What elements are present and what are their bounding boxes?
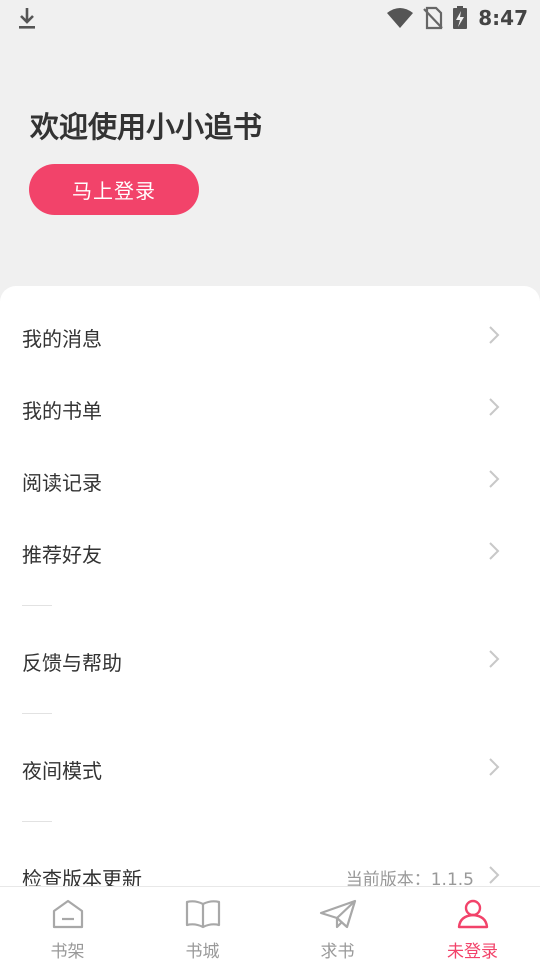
menu-item-booklist[interactable]: 我的书单 xyxy=(0,373,540,445)
chevron-right-icon xyxy=(488,397,500,421)
tab-request-book[interactable]: 求书 xyxy=(270,887,405,960)
menu-item-messages[interactable]: 我的消息 xyxy=(0,301,540,373)
menu-item-night-mode[interactable]: 夜间模式 xyxy=(0,733,540,805)
menu-item-reading-history[interactable]: 阅读记录 xyxy=(0,445,540,517)
menu-panel: 我的消息 我的书单 阅读记录 推荐好友 反馈与帮助 夜间模式 检查版本更新 当前… xyxy=(0,286,540,886)
download-icon xyxy=(16,6,38,30)
wifi-icon xyxy=(386,7,414,29)
tab-label: 书架 xyxy=(50,942,85,960)
welcome-title: 欢迎使用小小追书 xyxy=(30,110,263,144)
tab-bookstore[interactable]: 书城 xyxy=(135,887,270,960)
home-icon xyxy=(51,899,85,933)
bottom-tab-bar: 书架 书城 求书 未登录 xyxy=(0,886,540,960)
menu-item-label: 检查版本更新 xyxy=(22,866,142,887)
menu-item-feedback[interactable]: 反馈与帮助 xyxy=(0,625,540,697)
chevron-right-icon xyxy=(488,325,500,349)
menu-item-label: 夜间模式 xyxy=(22,758,102,783)
status-bar: 8:47 xyxy=(0,0,540,36)
battery-charging-icon xyxy=(452,6,468,30)
menu-item-label: 推荐好友 xyxy=(22,542,102,567)
menu-item-check-update[interactable]: 检查版本更新 当前版本：1.1.5 xyxy=(0,841,540,886)
tab-profile[interactable]: 未登录 xyxy=(405,887,540,960)
tab-label: 求书 xyxy=(320,942,355,960)
current-version: 当前版本：1.1.5 xyxy=(345,869,474,887)
menu-item-label: 反馈与帮助 xyxy=(22,650,122,675)
chevron-right-icon xyxy=(488,865,500,886)
chevron-right-icon xyxy=(488,469,500,493)
chevron-right-icon xyxy=(488,649,500,673)
chevron-right-icon xyxy=(488,541,500,565)
menu-item-label: 我的书单 xyxy=(22,398,102,423)
divider xyxy=(22,821,52,822)
book-icon xyxy=(185,899,221,933)
user-icon xyxy=(456,899,490,933)
login-button[interactable]: 马上登录 xyxy=(29,164,199,215)
divider xyxy=(22,713,52,714)
profile-header: 欢迎使用小小追书 马上登录 xyxy=(0,36,540,286)
status-time: 8:47 xyxy=(478,6,528,30)
menu-item-label: 阅读记录 xyxy=(22,470,102,495)
menu-item-label: 我的消息 xyxy=(22,326,102,351)
menu-item-recommend-friends[interactable]: 推荐好友 xyxy=(0,517,540,589)
divider xyxy=(22,605,52,606)
tab-label: 未登录 xyxy=(447,942,498,960)
tab-bookshelf[interactable]: 书架 xyxy=(0,887,135,960)
chevron-right-icon xyxy=(488,757,500,781)
send-icon xyxy=(319,899,357,933)
tab-label: 书城 xyxy=(185,942,220,960)
no-sim-icon xyxy=(422,6,444,30)
